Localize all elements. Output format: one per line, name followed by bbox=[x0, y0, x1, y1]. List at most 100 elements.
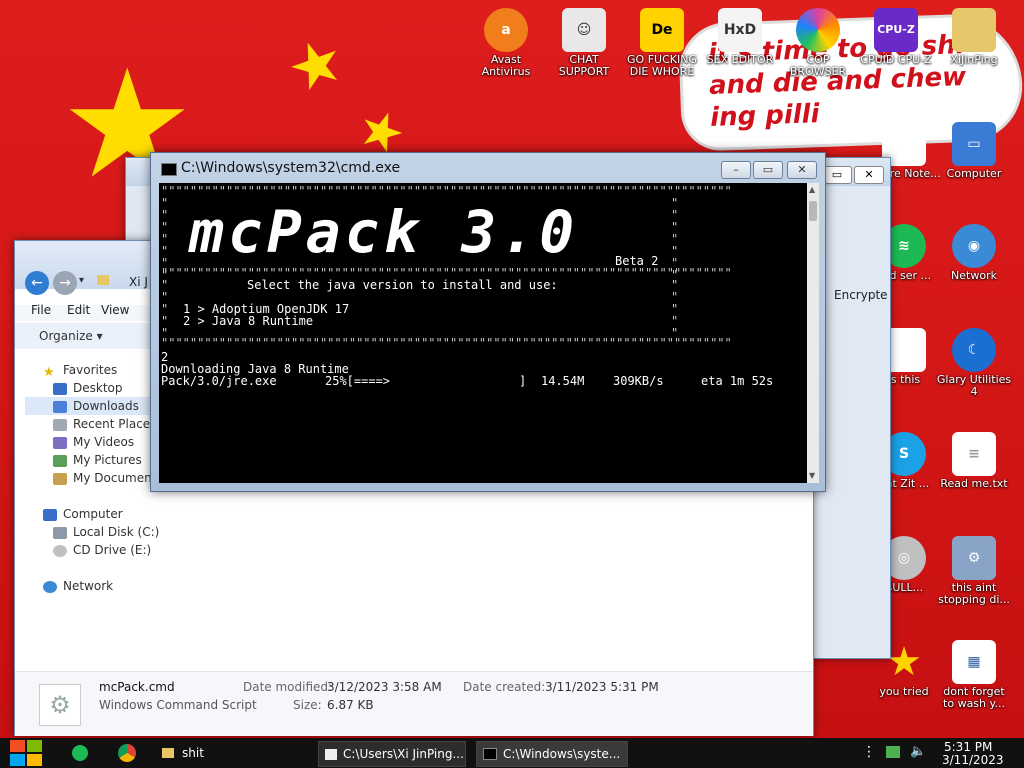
videos-icon bbox=[53, 437, 67, 449]
taskbar-item-users[interactable]: C:\Users\Xi JinPing... bbox=[318, 741, 466, 767]
progress-bar: 25%[====> bbox=[325, 374, 391, 388]
nav-downloads[interactable]: Downloads bbox=[73, 399, 139, 413]
scroll-up-arrow[interactable]: ▲ bbox=[809, 185, 815, 194]
taskbar: shit C:\Users\Xi JinPing... C:\Windows\s… bbox=[0, 738, 1024, 768]
desktop-icon-browser[interactable]: COP BROWSER bbox=[780, 8, 856, 78]
desktop-icon-wash[interactable]: ▦ dont forget to wash y... bbox=[936, 640, 1012, 710]
desktop-icon-cpuz[interactable]: CPU-Z CPUID CPU-Z bbox=[858, 8, 934, 78]
menu-view[interactable]: View bbox=[101, 303, 129, 317]
minimize-button[interactable]: – bbox=[721, 161, 751, 179]
start-logo-yellow bbox=[27, 754, 42, 766]
nav-my-videos[interactable]: My Videos bbox=[73, 435, 134, 449]
nav-local-disk[interactable]: Local Disk (C:) bbox=[73, 525, 159, 539]
desktop-icon-avast[interactable]: a Avast Antivirus bbox=[468, 8, 544, 78]
clock-time[interactable]: 5:31 PM bbox=[944, 740, 992, 754]
desktop-icon-label: COP BROWSER bbox=[789, 54, 847, 78]
overflow-menu-icon[interactable]: ⋮ bbox=[862, 744, 876, 760]
maximize-button[interactable]: ▭ bbox=[753, 161, 783, 179]
cd-drive-icon bbox=[53, 545, 67, 557]
computer-icon: ▭ bbox=[952, 122, 996, 166]
desktop-icon-hex-editor[interactable]: HxD SEX EDITOR bbox=[702, 8, 778, 78]
ascii-border-left: " " " " " bbox=[161, 278, 169, 340]
desktop-icon-label: Network bbox=[951, 270, 997, 282]
desktop-icon-label: Avast Antivirus bbox=[481, 54, 531, 78]
calendar-doc-icon: ▦ bbox=[952, 640, 996, 684]
text-file-icon: ≡ bbox=[952, 432, 996, 476]
forward-button[interactable]: → bbox=[53, 271, 77, 295]
start-logo-blue bbox=[10, 754, 25, 766]
desktop-icon-label: you tried bbox=[879, 686, 929, 698]
taskbar-item-cmd[interactable]: C:\Windows\syste... bbox=[476, 741, 628, 767]
ascii-border-bottom: """"""""""""""""""""""""""""""""""""""""… bbox=[161, 336, 732, 350]
back-button[interactable]: ← bbox=[25, 271, 49, 295]
taskbar-item-label: shit bbox=[182, 746, 204, 760]
menu-file[interactable]: File bbox=[31, 303, 51, 317]
clock-date[interactable]: 3/11/2023 bbox=[942, 753, 1004, 767]
network-icon bbox=[43, 581, 57, 593]
nav-computer[interactable]: Computer bbox=[63, 507, 123, 521]
start-logo-green bbox=[27, 740, 42, 752]
cmd-window[interactable]: C:\Windows\system32\cmd.exe – ▭ ✕ """"""… bbox=[150, 152, 826, 492]
console-scrollbar[interactable]: ▲ ▼ bbox=[807, 183, 819, 483]
scroll-down-arrow[interactable]: ▼ bbox=[809, 471, 815, 480]
desktop-icon-readme[interactable]: ≡ Read me.txt bbox=[936, 432, 1012, 502]
mcpack-logo: mcPack 3.0 bbox=[189, 198, 579, 266]
cmd-icon bbox=[483, 748, 497, 760]
organize-label: Organize bbox=[39, 329, 93, 343]
ascii-border-right: " " " " " bbox=[671, 278, 679, 340]
progress-file: Pack/3.0/jre.exe bbox=[161, 374, 277, 388]
glary-icon: ☾ bbox=[952, 328, 996, 372]
select-prompt: Select the java version to install and u… bbox=[247, 278, 558, 292]
taskbar-item-label: C:\Users\Xi JinPing... bbox=[343, 747, 464, 761]
nav-recent-places[interactable]: Recent Places bbox=[73, 417, 156, 431]
desktop-icon-die[interactable]: De GO FUCKING DIE WHORE bbox=[624, 8, 700, 78]
desktop-icon-label: XiJinPing bbox=[950, 54, 998, 66]
ascii-border-top: """"""""""""""""""""""""""""""""""""""""… bbox=[161, 184, 732, 198]
console-output[interactable]: """"""""""""""""""""""""""""""""""""""""… bbox=[159, 183, 807, 483]
support-agent-icon: ☺ bbox=[562, 8, 606, 52]
desktop-icon-label: this aint stopping di... bbox=[938, 582, 1010, 606]
volume-tray-icon[interactable]: 🔈 bbox=[910, 744, 926, 759]
organize-button[interactable]: Organize ▾ bbox=[39, 329, 103, 343]
window-maximize-button[interactable]: ▭ bbox=[822, 166, 852, 184]
desktop-icon-chat-support[interactable]: ☺ CHAT SUPPORT bbox=[546, 8, 622, 78]
date-modified-value: 3/12/2023 3:58 AM bbox=[327, 680, 442, 694]
desktop-icon-tools[interactable]: ⚙ this aint stopping di... bbox=[936, 536, 1012, 606]
option-2: 2 > Java 8 Runtime bbox=[183, 314, 314, 328]
nav-network[interactable]: Network bbox=[63, 579, 113, 593]
recent-places-icon bbox=[53, 419, 67, 431]
start-logo-red bbox=[10, 740, 25, 752]
documents-icon bbox=[53, 473, 67, 485]
address-bar[interactable]: Xi J bbox=[129, 275, 148, 289]
progress-eta: eta 1m 52s bbox=[701, 374, 774, 388]
desktop-icon-glary[interactable]: ☾ Glary Utilities 4 bbox=[936, 328, 1012, 398]
folder-icon bbox=[97, 275, 109, 285]
progress-end: ] bbox=[519, 374, 527, 388]
column-header-encrypted[interactable]: Encrypte bbox=[834, 288, 888, 302]
cpuz-icon: CPU-Z bbox=[874, 8, 918, 52]
nav-cd-drive[interactable]: CD Drive (E:) bbox=[73, 543, 151, 557]
chat-app-icon[interactable] bbox=[72, 745, 88, 761]
taskbar-item-shit[interactable]: shit bbox=[162, 738, 204, 768]
chrome-icon[interactable] bbox=[118, 744, 136, 762]
desktop-icon-xijinping[interactable]: XiJinPing bbox=[936, 8, 1012, 78]
desktop-icon-network[interactable]: ◉ Network bbox=[936, 224, 1012, 294]
desktop-icon-label: Computer bbox=[946, 168, 1002, 180]
desktop-icon-label: Read me.txt bbox=[940, 478, 1008, 490]
7zip-icon bbox=[325, 748, 337, 760]
desktop-icon-computer[interactable]: ▭ Computer bbox=[936, 122, 1012, 192]
network-tray-icon[interactable] bbox=[886, 746, 900, 758]
start-button[interactable] bbox=[10, 740, 42, 766]
folder-icon bbox=[162, 748, 174, 758]
nav-favorites[interactable]: Favorites bbox=[63, 363, 117, 377]
nav-desktop[interactable]: Desktop bbox=[73, 381, 123, 395]
close-button[interactable]: ✕ bbox=[787, 161, 817, 179]
menu-edit[interactable]: Edit bbox=[67, 303, 90, 317]
chevron-down-icon[interactable]: ▾ bbox=[79, 275, 84, 286]
scrollbar-thumb[interactable] bbox=[809, 201, 817, 221]
desktop-icon-label: CPUID CPU-Z bbox=[860, 54, 932, 66]
desktop-icon-small bbox=[53, 383, 67, 395]
progress-speed: 309KB/s bbox=[613, 374, 664, 388]
window-close-button[interactable]: ✕ bbox=[854, 166, 884, 184]
nav-my-pictures[interactable]: My Pictures bbox=[73, 453, 142, 467]
